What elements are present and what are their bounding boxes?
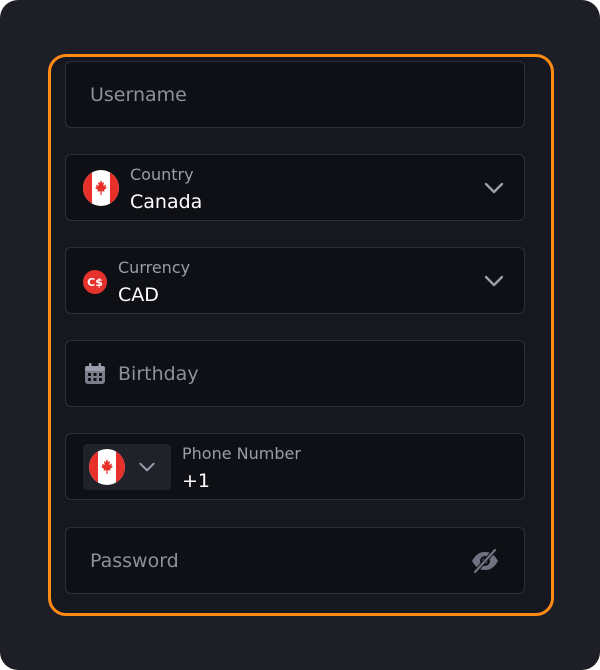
country-select[interactable]: Country Canada	[65, 154, 525, 221]
currency-badge-icon: C$	[83, 270, 107, 294]
currency-label: Currency	[118, 258, 191, 277]
eye-off-icon[interactable]	[470, 548, 500, 574]
phone-value: +1	[182, 470, 211, 492]
chevron-down-icon	[484, 275, 504, 286]
phone-label: Phone Number	[182, 444, 301, 463]
calendar-icon	[85, 363, 105, 384]
birthday-field[interactable]: Birthday	[65, 340, 525, 407]
username-field[interactable]: Username	[65, 61, 525, 128]
canada-flag-icon	[83, 170, 119, 206]
chevron-down-icon	[484, 182, 504, 193]
birthday-placeholder: Birthday	[118, 362, 199, 385]
currency-value: CAD	[118, 284, 159, 306]
country-value: Canada	[130, 191, 203, 213]
country-label: Country	[130, 165, 194, 184]
canada-flag-icon	[89, 449, 125, 485]
phone-country-select[interactable]	[83, 444, 171, 490]
chevron-down-icon	[139, 462, 155, 472]
password-placeholder: Password	[90, 549, 179, 572]
username-placeholder: Username	[90, 83, 187, 106]
currency-select[interactable]: C$ Currency CAD	[65, 247, 525, 314]
phone-field[interactable]: Phone Number +1	[65, 433, 525, 500]
password-field[interactable]: Password	[65, 527, 525, 594]
